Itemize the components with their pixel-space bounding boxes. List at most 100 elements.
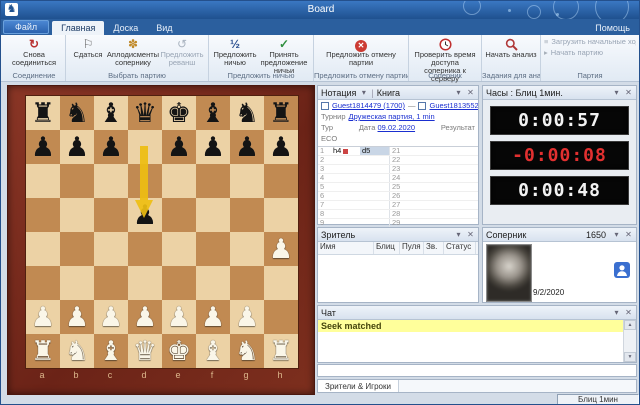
chevron-down-icon[interactable]: ▾ [359, 87, 368, 99]
square-f8[interactable]: ♝ [196, 96, 230, 130]
white-pawn[interactable]: ♟ [201, 304, 225, 331]
spectators-players-tab[interactable]: Зрители & Игроки [318, 380, 399, 392]
scroll-down-icon[interactable]: ▼ [624, 352, 636, 362]
black-bishop[interactable]: ♝ [99, 100, 123, 127]
square-b1[interactable]: ♞ [60, 334, 94, 368]
square-e8[interactable]: ♚ [162, 96, 196, 130]
square-e6[interactable] [162, 164, 196, 198]
white-pawn[interactable]: ♟ [31, 304, 55, 331]
square-a8[interactable]: ♜ [26, 96, 60, 130]
square-d5[interactable]: ♟ [128, 198, 162, 232]
square-e7[interactable]: ♟ [162, 130, 196, 164]
square-f2[interactable]: ♟ [196, 300, 230, 334]
square-g2[interactable]: ♟ [230, 300, 264, 334]
white-knight[interactable]: ♞ [65, 338, 89, 365]
pin-panel-icon[interactable]: ▾ [454, 87, 463, 99]
square-b2[interactable]: ♟ [60, 300, 94, 334]
square-e1[interactable]: ♚ [162, 334, 196, 368]
square-f1[interactable]: ♝ [196, 334, 230, 368]
load-opening-moves-button[interactable]: ≡ Загрузить начальные ходы [544, 37, 636, 46]
tab-help[interactable]: Помощь [586, 21, 639, 35]
square-d8[interactable]: ♛ [128, 96, 162, 130]
white-rook[interactable]: ♜ [31, 338, 55, 365]
black-queen[interactable]: ♛ [133, 100, 157, 127]
square-g6[interactable] [230, 164, 264, 198]
square-c2[interactable]: ♟ [94, 300, 128, 334]
square-e5[interactable] [162, 198, 196, 232]
square-c3[interactable] [94, 266, 128, 300]
date-link[interactable]: 09.02.2020 [378, 123, 416, 132]
square-f5[interactable] [196, 198, 230, 232]
pin-panel-icon[interactable]: ▾ [612, 229, 621, 241]
close-panel-icon[interactable]: ✕ [624, 307, 633, 319]
square-c1[interactable]: ♝ [94, 334, 128, 368]
white-pawn[interactable]: ♟ [235, 304, 259, 331]
square-b7[interactable]: ♟ [60, 130, 94, 164]
white-bishop[interactable]: ♝ [99, 338, 123, 365]
white-pawn[interactable]: ♟ [65, 304, 89, 331]
black-rook[interactable]: ♜ [31, 100, 55, 127]
black-king[interactable]: ♚ [167, 100, 191, 127]
chat-input[interactable] [317, 364, 637, 377]
tab-file[interactable]: Файл [3, 20, 49, 34]
chat-scrollbar[interactable]: ▲ ▼ [623, 320, 636, 362]
square-b8[interactable]: ♞ [60, 96, 94, 130]
close-panel-icon[interactable]: ✕ [624, 87, 633, 99]
black-pawn[interactable]: ♟ [167, 134, 191, 161]
square-h5[interactable] [264, 198, 298, 232]
start-analysis-button[interactable]: Начать анализ [485, 37, 537, 60]
black-rook[interactable]: ♜ [269, 100, 293, 127]
square-b4[interactable] [60, 232, 94, 266]
tab-notation[interactable]: Нотация [321, 88, 356, 98]
chess-board[interactable]: ♜♞♝♛♚♝♞♜♟♟♟♟♟♟♟♟♟♟♟♟♟♟♟♟♜♞♝♛♚♝♞♜ [25, 95, 299, 369]
black-pawn[interactable]: ♟ [99, 134, 123, 161]
close-panel-icon[interactable]: ✕ [466, 87, 475, 99]
square-a1[interactable]: ♜ [26, 334, 60, 368]
pin-panel-icon[interactable]: ▾ [612, 87, 621, 99]
square-f7[interactable]: ♟ [196, 130, 230, 164]
black-pawn[interactable]: ♟ [235, 134, 259, 161]
square-f4[interactable] [196, 232, 230, 266]
square-b6[interactable] [60, 164, 94, 198]
square-b3[interactable] [60, 266, 94, 300]
black-player-checkbox[interactable] [418, 102, 426, 110]
tournament-link[interactable]: Дружеская партия, 1 min [349, 112, 435, 121]
square-e2[interactable]: ♟ [162, 300, 196, 334]
square-d6[interactable] [128, 164, 162, 198]
white-pawn[interactable]: ♟ [167, 304, 191, 331]
square-g5[interactable] [230, 198, 264, 232]
close-panel-icon[interactable]: ✕ [466, 229, 475, 241]
square-g1[interactable]: ♞ [230, 334, 264, 368]
square-c8[interactable]: ♝ [94, 96, 128, 130]
start-game-button[interactable]: ▸ Начать партию [544, 48, 636, 57]
square-b5[interactable] [60, 198, 94, 232]
close-panel-icon[interactable]: ✕ [624, 229, 633, 241]
black-pawn[interactable]: ♟ [133, 202, 157, 229]
square-a5[interactable] [26, 198, 60, 232]
square-g7[interactable]: ♟ [230, 130, 264, 164]
tab-book[interactable]: Книга [377, 88, 400, 98]
square-g3[interactable] [230, 266, 264, 300]
reconnect-button[interactable]: ↻ Снова соединиться [6, 37, 62, 68]
square-h2[interactable] [264, 300, 298, 334]
white-pawn[interactable]: ♟ [269, 236, 293, 263]
square-e3[interactable] [162, 266, 196, 300]
white-rook[interactable]: ♜ [269, 338, 293, 365]
spectator-column-header[interactable]: Имя [318, 242, 374, 254]
white-queen[interactable]: ♛ [133, 338, 157, 365]
black-pawn[interactable]: ♟ [31, 134, 55, 161]
spectator-column-header[interactable]: Статус [444, 242, 476, 254]
square-c5[interactable] [94, 198, 128, 232]
white-player-link[interactable]: Guest1814479 (1700) [332, 101, 405, 110]
white-move[interactable]: h4 [331, 147, 360, 155]
square-g8[interactable]: ♞ [230, 96, 264, 130]
square-h1[interactable]: ♜ [264, 334, 298, 368]
black-pawn[interactable]: ♟ [201, 134, 225, 161]
pin-panel-icon[interactable]: ▾ [612, 307, 621, 319]
tab-board[interactable]: Доска [104, 21, 147, 35]
offer-draw-button[interactable]: ½ Предложить ничью [212, 37, 258, 68]
resign-button[interactable]: ⚐ Сдаться [69, 37, 107, 60]
white-bishop[interactable]: ♝ [201, 338, 225, 365]
square-c6[interactable] [94, 164, 128, 198]
square-a7[interactable]: ♟ [26, 130, 60, 164]
